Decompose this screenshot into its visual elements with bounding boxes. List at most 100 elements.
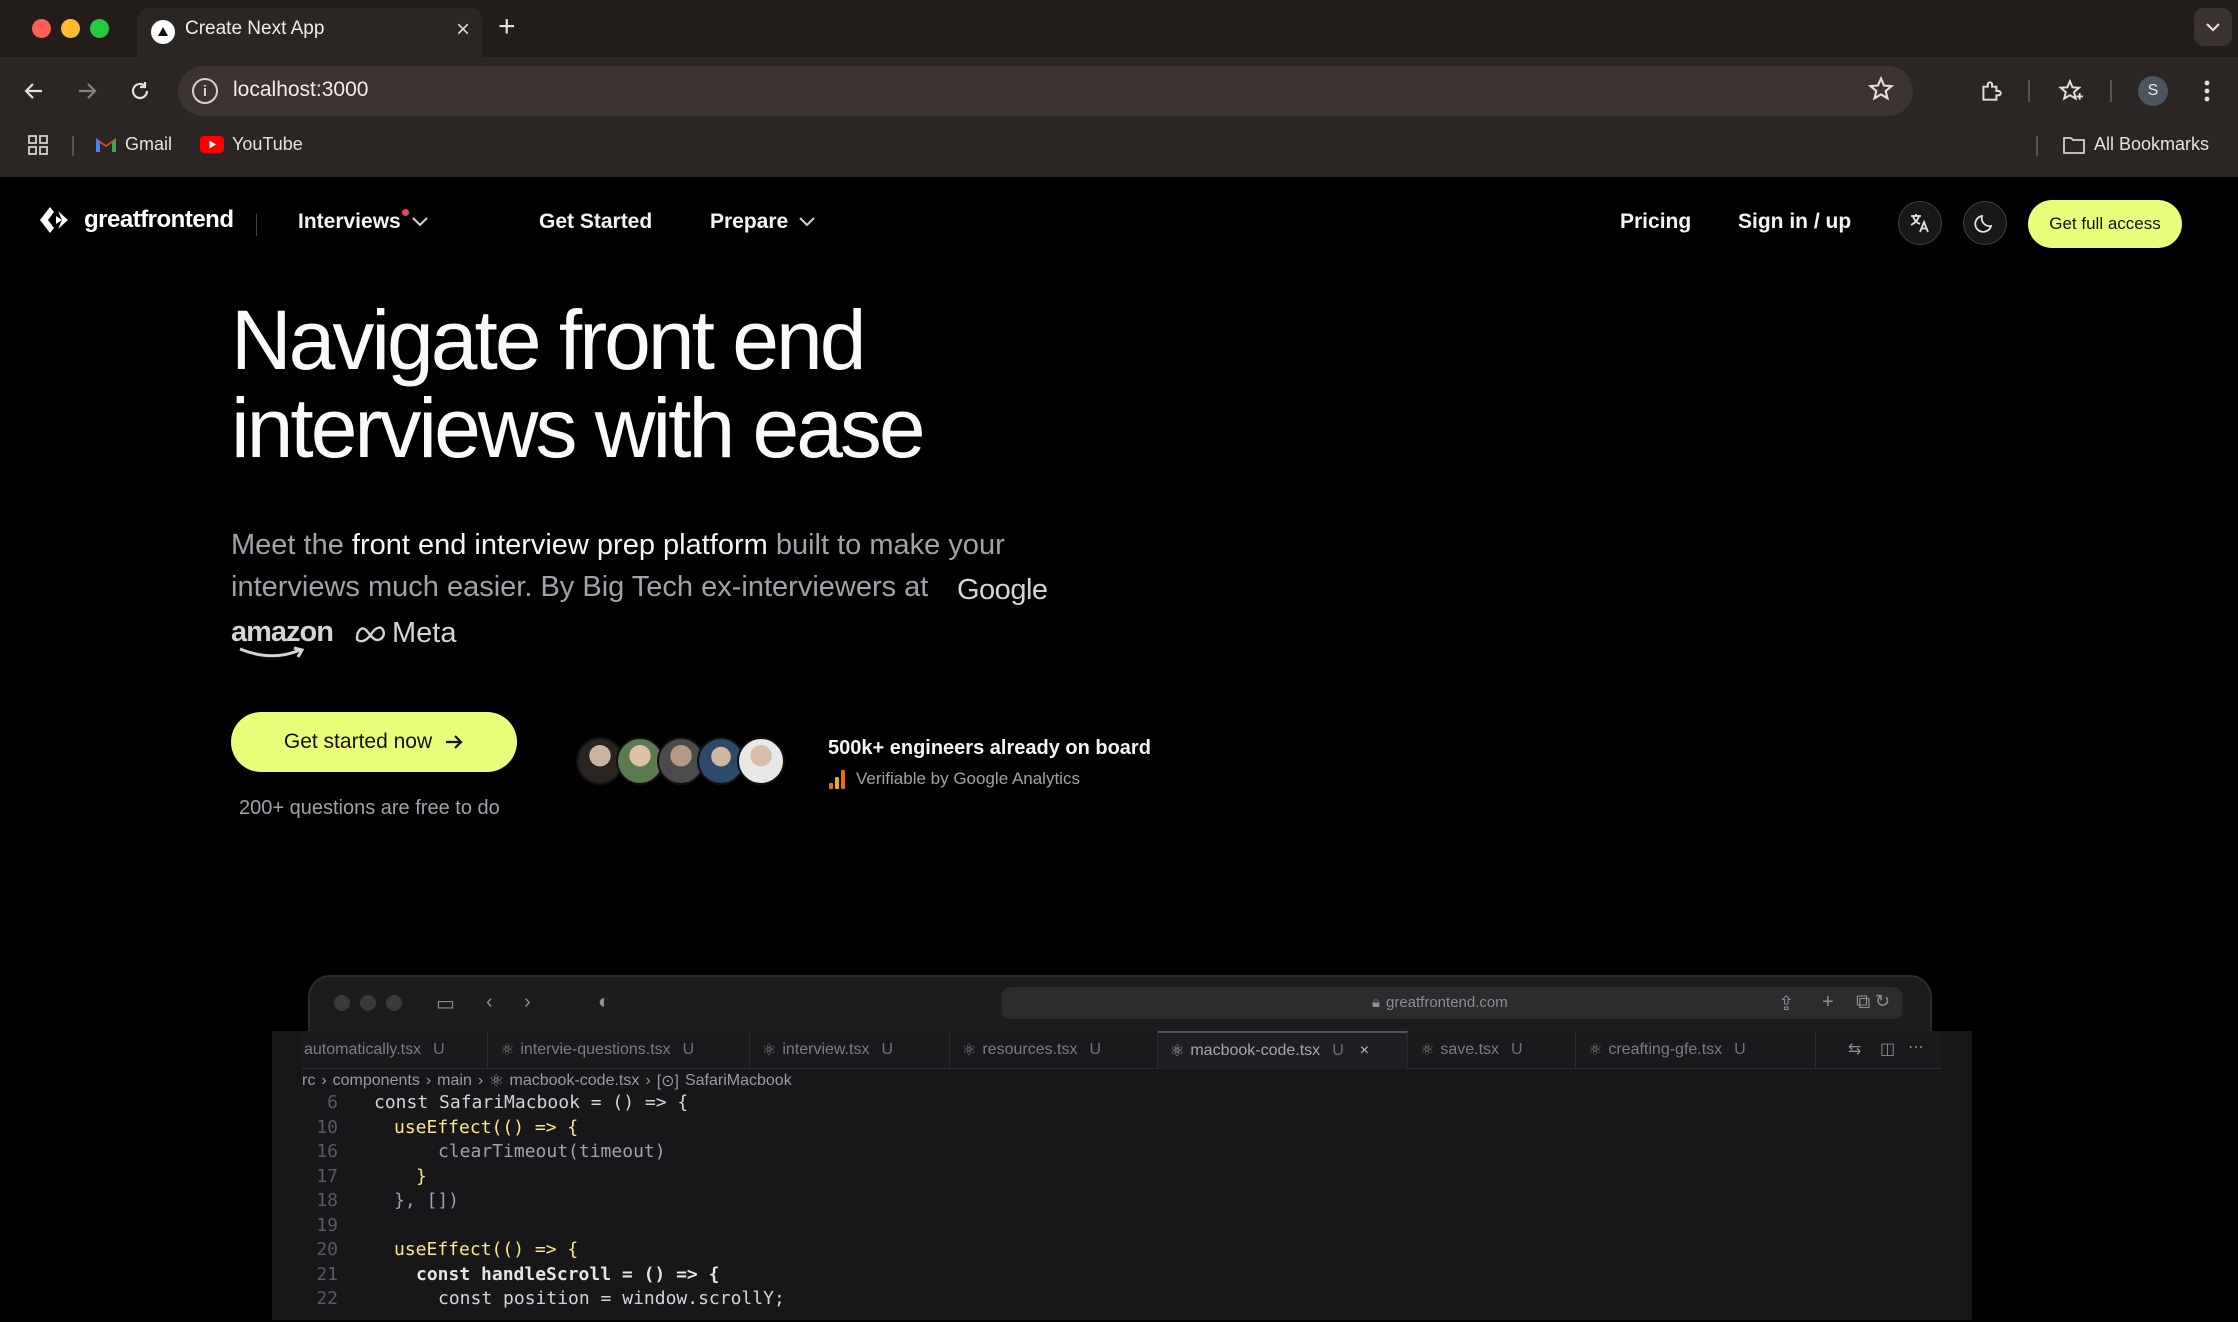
hero-title: Navigate front end interviews with ease xyxy=(231,296,1131,472)
nav-pricing[interactable]: Pricing xyxy=(1620,210,1691,234)
translate-icon xyxy=(1910,214,1929,233)
close-window-button[interactable] xyxy=(32,19,51,38)
editor-tab-label: save.tsx xyxy=(1440,1041,1500,1058)
tab-search-button[interactable] xyxy=(2194,8,2232,46)
mock-window-dot xyxy=(386,995,402,1011)
gmail-icon xyxy=(96,138,116,152)
browser-tab[interactable]: Create Next App × xyxy=(137,8,482,57)
mock-window-dot xyxy=(360,995,376,1011)
editor-tab: automatically.tsx U xyxy=(292,1031,488,1069)
hero-title-line-2: interviews with ease xyxy=(231,381,926,475)
hero-subtitle-highlight: front end interview prep platform xyxy=(351,529,768,561)
editor-tab: ⚛ creafting-gfe.tsx U xyxy=(1576,1031,1816,1069)
chevron-down-icon xyxy=(412,217,428,227)
lock-icon: 🔒︎ xyxy=(1372,994,1380,1011)
engineers-count: 500k+ engineers already on board xyxy=(828,737,1151,759)
nav-interviews-label: Interviews xyxy=(298,210,401,233)
arrow-right-icon xyxy=(79,83,97,99)
sidebar-icon: ▭ xyxy=(436,993,455,1015)
arrow-right-icon xyxy=(446,735,463,749)
browser-chrome: Create Next App × + i localhost:3000 S G… xyxy=(0,0,2238,177)
new-tab-button[interactable]: + xyxy=(498,10,516,44)
nav-get-started[interactable]: Get Started xyxy=(539,210,652,234)
site-logo[interactable]: greatfrontend xyxy=(38,205,234,235)
google-logo: Google xyxy=(957,574,1048,606)
meta-logo-text: Meta xyxy=(392,617,457,649)
close-tab-icon[interactable]: × xyxy=(456,16,470,44)
tab-title: Create Next App xyxy=(185,18,325,39)
greatfrontend-logo-icon xyxy=(40,207,68,233)
bookmark-gmail[interactable]: Gmail xyxy=(95,134,172,155)
bookmarks-separator xyxy=(2036,136,2038,156)
breadcrumb-item: rc xyxy=(302,1072,316,1089)
symbol-icon: [⊙] xyxy=(656,1073,679,1090)
nav-sign-in-label: Sign in / up xyxy=(1738,210,1852,233)
compare-icon: ⇆ xyxy=(1848,1041,1862,1058)
page-viewport: greatfrontend Interviews Get Started Pre… xyxy=(2,177,2236,1320)
plus-icon: + xyxy=(1822,991,1834,1013)
site-info-icon[interactable]: i xyxy=(192,78,218,104)
toolbar-separator xyxy=(2028,80,2030,102)
editor-tab-status: U xyxy=(881,1041,894,1058)
bookmarks-bar: Gmail YouTube All Bookmarks xyxy=(0,128,2238,164)
mock-window-dot xyxy=(334,995,350,1011)
mock-url-text: greatfrontend.com xyxy=(1385,994,1508,1011)
mock-address-bar: 🔒︎ greatfrontend.com ↻ xyxy=(1002,987,1902,1019)
editor-tab-label: intervie-questions.tsx xyxy=(520,1041,671,1058)
meta-logo: Meta xyxy=(354,617,456,650)
forward-button[interactable] xyxy=(70,74,104,108)
tab-bar: Create Next App × + xyxy=(0,0,2238,57)
profile-avatar[interactable]: S xyxy=(2138,76,2168,106)
more-menu-icon[interactable] xyxy=(2190,74,2224,108)
nav-prepare-label: Prepare xyxy=(710,210,789,233)
youtube-icon xyxy=(200,136,224,153)
nav-pricing-label: Pricing xyxy=(1620,210,1692,233)
react-file-icon: ⚛ xyxy=(489,1073,504,1090)
meta-infinity-icon xyxy=(355,625,385,642)
back-button[interactable] xyxy=(17,74,51,108)
code-line: 18}, []) xyxy=(316,1190,460,1211)
all-bookmarks-label: All Bookmarks xyxy=(2094,134,2210,154)
url-text[interactable]: localhost:3000 xyxy=(233,78,368,102)
maximize-window-button[interactable] xyxy=(90,19,109,38)
hero-subtitle-pre: Meet the xyxy=(231,529,352,561)
reload-button[interactable] xyxy=(123,74,157,108)
react-file-icon: ⚛ xyxy=(962,1042,977,1059)
bookmark-youtube[interactable]: YouTube xyxy=(200,134,303,155)
amazon-logo: amazon xyxy=(231,616,334,648)
address-bar[interactable]: i localhost:3000 xyxy=(178,66,1913,116)
extensions-icon[interactable] xyxy=(1974,74,2008,108)
chevron-down-icon xyxy=(799,217,815,227)
bookmark-star-icon[interactable] xyxy=(1867,75,1895,108)
language-button[interactable] xyxy=(1898,201,1942,245)
react-file-icon: ⚛ xyxy=(1420,1042,1435,1059)
shield-icon: ◐ xyxy=(598,991,611,1013)
breadcrumb-item: components xyxy=(332,1072,420,1089)
nav-divider xyxy=(256,214,257,236)
chevron-left-icon: ‹ xyxy=(486,991,493,1013)
code-content: 6 const SafariMacbook = () => { 10 useEffe… xyxy=(292,1091,784,1312)
nav-prepare[interactable]: Prepare xyxy=(710,210,818,234)
minimize-window-button[interactable] xyxy=(61,19,80,38)
notification-dot xyxy=(402,209,409,216)
nav-interviews[interactable]: Interviews xyxy=(298,210,431,234)
amazon-smile-icon xyxy=(239,646,305,658)
apps-grid-icon[interactable] xyxy=(27,134,49,156)
code-line: 21 const handleScroll = () => { xyxy=(316,1263,720,1285)
theme-toggle-button[interactable] xyxy=(1963,201,2007,245)
chevron-down-icon xyxy=(2206,23,2220,32)
react-file-icon: ⚛ xyxy=(1170,1043,1185,1060)
nav-sign-in[interactable]: Sign in / up xyxy=(1738,210,1851,234)
editor-breadcrumb: rc › components › main › ⚛ macbook-code.tsx… xyxy=(302,1072,792,1090)
reading-list-icon[interactable] xyxy=(2054,74,2088,108)
bookmark-label: Gmail xyxy=(125,134,173,154)
nextjs-favicon-icon xyxy=(151,20,175,44)
get-started-now-button[interactable]: Get started now xyxy=(231,712,517,772)
code-line: 10 useEffect(() => { xyxy=(316,1116,579,1138)
editor-tab-status: U xyxy=(1332,1042,1344,1059)
react-file-icon: ⚛ xyxy=(1588,1042,1603,1059)
bookmark-label: YouTube xyxy=(232,134,303,154)
get-full-access-button[interactable]: Get full access xyxy=(2028,200,2182,248)
all-bookmarks-button[interactable]: All Bookmarks xyxy=(2062,134,2209,155)
verifiable-analytics: Verifiable by Google Analytics xyxy=(828,769,1080,789)
